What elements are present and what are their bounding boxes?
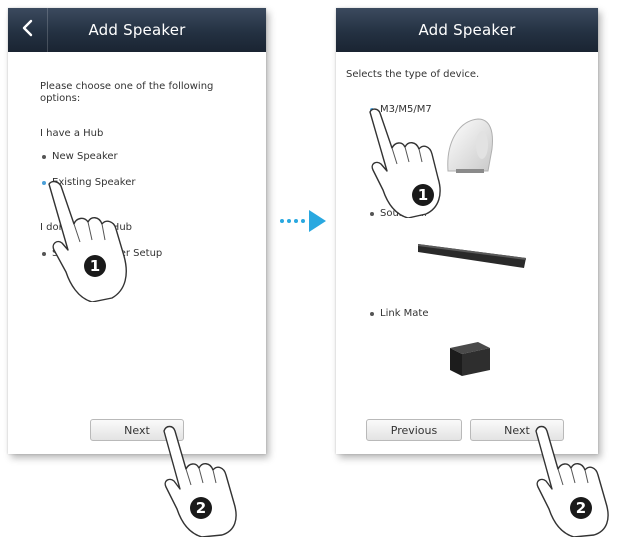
step-2-callout: 2 (190, 497, 212, 519)
option-label: Link Mate (380, 308, 429, 319)
option-new-speaker[interactable]: New Speaker (42, 151, 118, 162)
step-1-callout: 1 (84, 255, 106, 277)
pointing-hand-icon (158, 425, 250, 537)
instruction-text: Selects the type of device. (346, 69, 480, 80)
step-1-callout: 1 (412, 184, 434, 206)
previous-button[interactable]: Previous (366, 419, 462, 441)
title-bar: Add Speaker (8, 8, 266, 52)
radio-dot (370, 311, 374, 316)
page-title: Add Speaker (418, 21, 516, 39)
chevron-left-icon (21, 19, 35, 41)
soundbar-image (416, 238, 528, 272)
hub-heading: I have a Hub (40, 128, 104, 139)
left-phone-screen: Add Speaker Please choose one of the fol… (8, 8, 266, 454)
option-link-mate[interactable]: Link Mate (370, 308, 429, 319)
right-phone-screen: Add Speaker Selects the type of device. … (336, 8, 598, 454)
pointing-hand-icon (46, 180, 142, 302)
link-mate-image (446, 338, 492, 378)
title-bar: Add Speaker (336, 8, 598, 52)
option-label: New Speaker (52, 151, 118, 162)
back-button[interactable] (8, 8, 48, 52)
pointing-hand-icon (366, 108, 454, 218)
step-2-callout: 2 (570, 497, 592, 519)
instruction-text: Please choose one of the following optio… (40, 81, 214, 104)
page-title: Add Speaker (88, 21, 186, 39)
illustration: Add Speaker Please choose one of the fol… (0, 0, 626, 542)
arrow-right-icon (278, 209, 328, 233)
pointing-hand-icon (530, 425, 622, 537)
radio-dot (42, 154, 46, 159)
